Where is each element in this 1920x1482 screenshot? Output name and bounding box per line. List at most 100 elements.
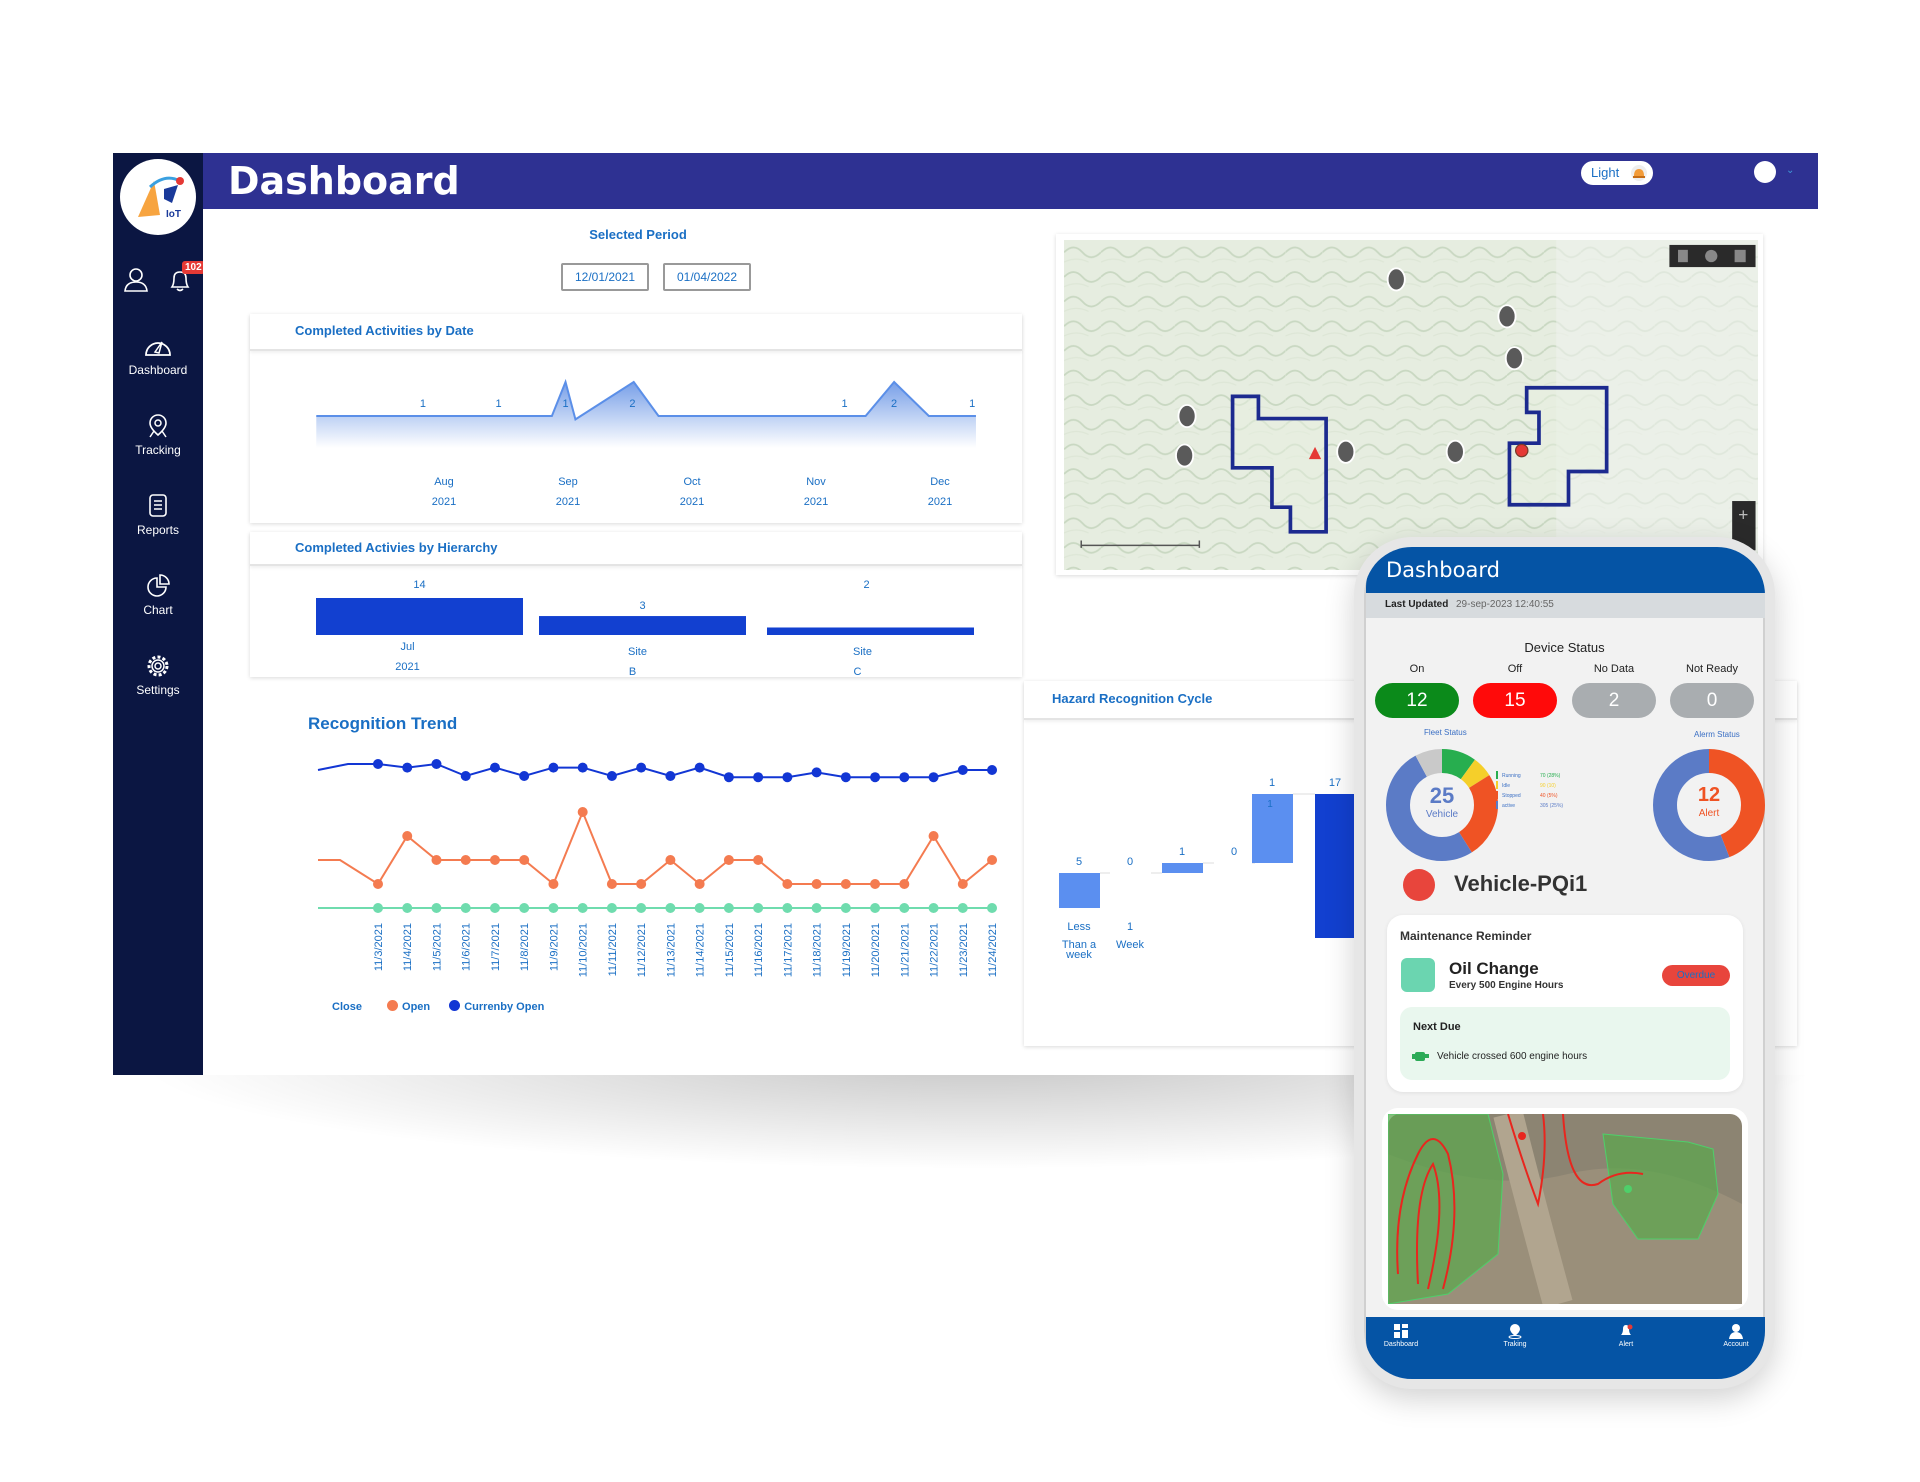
category-label: 1 [1127,921,1133,933]
data-point [636,762,647,773]
data-point [870,772,881,783]
data-point [987,765,998,775]
x-tick-month: Nov [806,476,826,488]
x-tick-month: Oct [683,476,700,488]
legend-value: 70 (28%) [1540,773,1561,779]
data-point [928,772,939,783]
data-point [899,903,910,913]
bar-value-label: 5 [1076,856,1082,868]
tab-tracking[interactable]: Traking [1480,1323,1550,1348]
satellite-map[interactable] [1388,1114,1742,1304]
data-point [519,855,530,865]
data-point [606,879,617,889]
x-tick-year: 2021 [680,496,704,508]
vehicle-name[interactable]: Vehicle-PQi1 [1454,871,1587,897]
category-label: 2021 [395,661,419,673]
bar-value-label: 0 [1127,856,1133,868]
legend-dot-open [387,1000,399,1011]
data-point [548,879,559,889]
x-tick-year: 2021 [432,496,456,508]
x-tick-label: 11/21/2021 [899,923,911,977]
data-point [460,855,471,865]
bar-value-label: 2 [863,579,869,591]
device-status-pill[interactable]: 2 [1572,683,1656,718]
data-point [548,762,559,773]
mobile-app-mockup: Dashboard Last Updated 29-sep-2023 12:40… [1354,537,1775,1389]
category-label: Week [1116,939,1144,951]
maintenance-card: Maintenance Reminder Oil Change Every 50… [1387,915,1743,1092]
legend-name: Running [1502,773,1521,779]
bar [539,616,746,635]
x-tick-label: 11/8/2021 [519,923,531,971]
tab-label: Traking [1503,1341,1527,1348]
category-label: Site [853,646,872,658]
data-point [431,855,442,865]
legend-close[interactable]: Close [332,1001,362,1013]
x-tick-label: 11/11/2021 [607,923,619,976]
data-point [431,759,442,769]
data-point [460,771,471,781]
data-point [723,903,734,913]
data-label: 2 [891,398,897,410]
data-point [665,771,676,781]
bar [1059,873,1100,908]
last-updated-bar: Last Updated 29-sep-2023 12:40:55 [1366,593,1765,618]
x-tick-label: 11/20/2021 [870,923,882,977]
data-point [811,879,822,889]
device-status-label: On [1409,663,1425,675]
x-tick-year: 2021 [556,496,580,508]
fleet-status-title: Fleet Status [1424,728,1467,737]
user-icon [1729,1324,1743,1339]
bar-inner-label: 1 [1267,799,1273,810]
bar [767,627,974,635]
bar [1315,794,1354,938]
maintenance-task: Oil Change [1449,959,1539,978]
last-updated-label: Last Updated [1385,599,1449,610]
data-point [694,903,705,913]
data-label: 1 [420,398,426,410]
x-tick-label: 11/12/2021 [636,923,648,977]
fleet-legend-item: Idle 90 (10) [1496,781,1563,791]
fleet-legend-item: active 305 (25%) [1496,801,1563,811]
data-point [870,879,881,889]
bar-value-label: 14 [413,579,425,591]
engine-icon [1412,1052,1429,1061]
device-status-pill[interactable]: 15 [1473,683,1557,718]
bar-value-label: 3 [639,600,645,612]
data-label: 1 [969,398,975,410]
tab-dashboard[interactable]: Dashboard [1366,1323,1436,1348]
legend-value: 305 (25%) [1540,803,1564,809]
data-point [694,762,705,773]
x-tick-label: 11/18/2021 [812,923,824,977]
data-point [840,903,851,913]
mobile-map-card [1382,1108,1748,1310]
data-point [402,762,413,773]
legend-open[interactable]: Open [402,1001,430,1013]
bar-value-label: 1 [1269,777,1275,789]
device-status-pill[interactable]: 12 [1375,683,1459,718]
data-point [811,767,822,778]
data-point [636,903,647,913]
category-label: week [1065,949,1092,961]
x-tick-label: 11/16/2021 [753,923,765,977]
data-point [665,903,676,913]
tab-alert[interactable]: Alert [1591,1323,1661,1348]
fleet-unit: Vehicle [1425,809,1459,820]
data-point [402,903,413,913]
tab-account[interactable]: Account [1701,1323,1765,1348]
x-tick-label: 11/24/2021 [987,923,999,977]
x-tick-label: 11/22/2021 [929,923,941,977]
trend-legend: Close Open Currenby Open [332,1000,544,1013]
legend-current-open[interactable]: Currenby Open [464,1001,544,1013]
category-label: Site [628,646,647,658]
next-due-text: Vehicle crossed 600 engine hours [1437,1051,1588,1062]
fleet-count: 25 [1429,783,1455,808]
bar-value-label: 17 [1329,777,1341,789]
category-label: B [629,666,636,678]
alarm-status-title: Alerm Status [1694,730,1740,739]
device-status-pill[interactable]: 0 [1670,683,1754,718]
x-tick-label: 11/6/2021 [461,923,473,971]
bell-icon [1621,1324,1633,1335]
bar-value-label: 0 [1231,846,1237,858]
data-label: 2 [629,398,635,410]
